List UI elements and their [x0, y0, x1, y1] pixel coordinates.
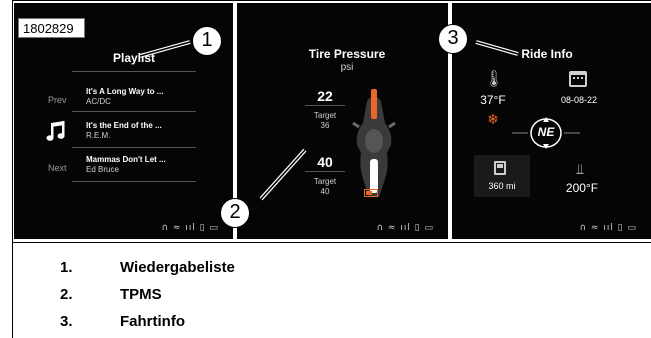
snowflake-icon: ❄ — [487, 111, 499, 127]
compass: NE — [512, 116, 580, 150]
legend-number: 2. — [60, 286, 73, 303]
song-artist: Ed Bruce — [86, 165, 119, 174]
legend-text: TPMS — [120, 286, 162, 303]
song-title: Mammas Don't Let ... — [86, 155, 166, 164]
motorcycle-icon — [349, 83, 399, 203]
coolant-temp-icon: ⫫ — [576, 161, 584, 177]
ride-info-screen: Ride Info 🌡︎ 37°F 08-08-22 ❄ NE 360 mi ⫫… — [452, 3, 651, 239]
callout-2: 2 — [220, 198, 250, 228]
battery-icon — [364, 189, 378, 197]
callout-1: 1 — [192, 26, 222, 56]
divider — [305, 171, 345, 172]
front-target-label: Target — [313, 111, 337, 120]
fuel-range: 360 mi — [488, 181, 516, 191]
divider — [72, 111, 196, 112]
front-tire-value: 22 — [317, 88, 333, 104]
calendar-icon — [569, 71, 587, 87]
song-title: It's the End of the ... — [86, 121, 162, 130]
pressure-unit: psi — [340, 62, 354, 73]
legend-text: Fahrtinfo — [120, 313, 185, 330]
legend-text: Wiedergabeliste — [120, 259, 235, 276]
legend-number: 1. — [60, 259, 73, 276]
engine-temp: 200°F — [565, 181, 599, 195]
rear-tire-value: 40 — [317, 154, 333, 170]
status-bar: ∩ ≈ ııl ▯ ▭ — [579, 223, 637, 233]
legend-number: 3. — [60, 313, 73, 330]
legend-divider — [12, 242, 651, 243]
song-artist: AC/DC — [86, 97, 111, 106]
music-note-icon — [44, 119, 70, 145]
tire-pressure-title: Tire Pressure — [308, 47, 386, 61]
song-artist: R.E.M. — [86, 131, 111, 140]
status-bar: ∩ ≈ ııl ▯ ▭ — [376, 223, 434, 233]
thermometer-icon: 🌡︎ — [483, 71, 505, 88]
prev-label: Prev — [48, 95, 67, 105]
figure-top-border — [12, 0, 651, 1]
divider — [72, 147, 196, 148]
front-target-value: 36 — [320, 121, 330, 130]
image-id-label: 1802829 — [18, 18, 85, 38]
ride-info-title: Ride Info — [521, 47, 573, 61]
next-label: Next — [48, 163, 67, 173]
date: 08-08-22 — [560, 95, 598, 105]
divider — [305, 105, 345, 106]
compass-heading: NE — [537, 125, 555, 139]
playlist-title: Playlist — [112, 51, 156, 65]
divider — [72, 71, 196, 72]
tire-pressure-screen: Tire Pressure psi 22 Target 36 40 Target… — [237, 3, 448, 239]
song-title: It's A Long Way to ... — [86, 87, 164, 96]
ambient-temp: 37°F — [480, 93, 506, 107]
callout-3: 3 — [438, 24, 468, 54]
divider — [72, 181, 196, 182]
rear-target-value: 40 — [320, 187, 330, 196]
rear-target-label: Target — [313, 177, 337, 186]
status-bar: ∩ ≈ ııl ▯ ▭ — [161, 223, 219, 233]
fuel-pump-icon — [494, 161, 506, 175]
